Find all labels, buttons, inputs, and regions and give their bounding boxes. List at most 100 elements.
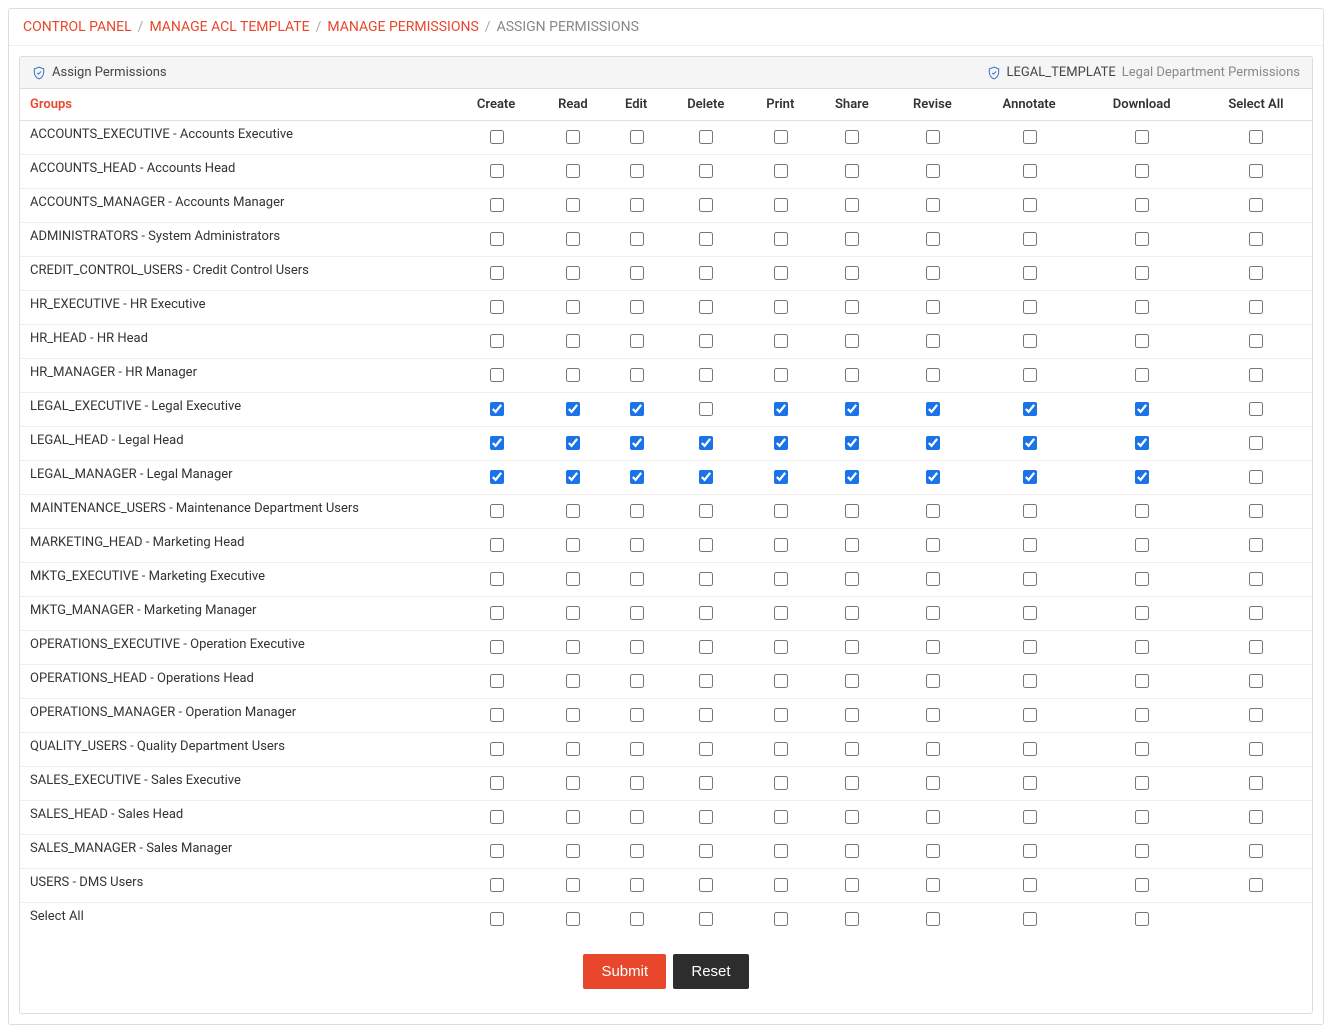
perm-checkbox-download[interactable]: [1135, 912, 1149, 926]
perm-checkbox-revise[interactable]: [926, 402, 940, 416]
perm-checkbox-select_all[interactable]: [1249, 538, 1263, 552]
perm-checkbox-share[interactable]: [845, 674, 859, 688]
perm-checkbox-share[interactable]: [845, 164, 859, 178]
perm-checkbox-edit[interactable]: [630, 436, 644, 450]
perm-checkbox-share[interactable]: [845, 844, 859, 858]
perm-checkbox-download[interactable]: [1135, 674, 1149, 688]
perm-checkbox-print[interactable]: [774, 130, 788, 144]
perm-checkbox-annotate[interactable]: [1023, 878, 1037, 892]
perm-checkbox-edit[interactable]: [630, 878, 644, 892]
perm-checkbox-delete[interactable]: [699, 776, 713, 790]
perm-checkbox-read[interactable]: [566, 436, 580, 450]
perm-checkbox-edit[interactable]: [630, 198, 644, 212]
perm-checkbox-revise[interactable]: [926, 674, 940, 688]
perm-checkbox-delete[interactable]: [699, 538, 713, 552]
perm-checkbox-read[interactable]: [566, 334, 580, 348]
perm-checkbox-revise[interactable]: [926, 640, 940, 654]
perm-checkbox-create[interactable]: [490, 368, 504, 382]
perm-checkbox-edit[interactable]: [630, 742, 644, 756]
perm-checkbox-share[interactable]: [845, 572, 859, 586]
perm-checkbox-select_all[interactable]: [1249, 606, 1263, 620]
perm-checkbox-select_all[interactable]: [1249, 674, 1263, 688]
perm-checkbox-download[interactable]: [1135, 640, 1149, 654]
perm-checkbox-download[interactable]: [1135, 164, 1149, 178]
perm-checkbox-edit[interactable]: [630, 810, 644, 824]
perm-checkbox-print[interactable]: [774, 810, 788, 824]
perm-checkbox-download[interactable]: [1135, 742, 1149, 756]
perm-checkbox-create[interactable]: [490, 164, 504, 178]
perm-checkbox-print[interactable]: [774, 504, 788, 518]
perm-checkbox-revise[interactable]: [926, 878, 940, 892]
submit-button[interactable]: Submit: [583, 954, 666, 989]
perm-checkbox-annotate[interactable]: [1023, 402, 1037, 416]
perm-checkbox-read[interactable]: [566, 368, 580, 382]
reset-button[interactable]: Reset: [673, 954, 748, 989]
perm-checkbox-download[interactable]: [1135, 606, 1149, 620]
perm-checkbox-print[interactable]: [774, 844, 788, 858]
perm-checkbox-delete[interactable]: [699, 844, 713, 858]
perm-checkbox-create[interactable]: [490, 674, 504, 688]
perm-checkbox-annotate[interactable]: [1023, 436, 1037, 450]
perm-checkbox-print[interactable]: [774, 470, 788, 484]
perm-checkbox-share[interactable]: [845, 640, 859, 654]
perm-checkbox-download[interactable]: [1135, 470, 1149, 484]
perm-checkbox-print[interactable]: [774, 742, 788, 756]
perm-checkbox-edit[interactable]: [630, 776, 644, 790]
perm-checkbox-print[interactable]: [774, 300, 788, 314]
perm-checkbox-print[interactable]: [774, 912, 788, 926]
perm-checkbox-annotate[interactable]: [1023, 742, 1037, 756]
perm-checkbox-read[interactable]: [566, 878, 580, 892]
perm-checkbox-read[interactable]: [566, 742, 580, 756]
perm-checkbox-edit[interactable]: [630, 538, 644, 552]
perm-checkbox-print[interactable]: [774, 436, 788, 450]
perm-checkbox-revise[interactable]: [926, 776, 940, 790]
perm-checkbox-create[interactable]: [490, 606, 504, 620]
perm-checkbox-download[interactable]: [1135, 504, 1149, 518]
perm-checkbox-select_all[interactable]: [1249, 776, 1263, 790]
perm-checkbox-read[interactable]: [566, 470, 580, 484]
perm-checkbox-revise[interactable]: [926, 606, 940, 620]
perm-checkbox-read[interactable]: [566, 538, 580, 552]
perm-checkbox-delete[interactable]: [699, 164, 713, 178]
perm-checkbox-delete[interactable]: [699, 402, 713, 416]
perm-checkbox-create[interactable]: [490, 334, 504, 348]
perm-checkbox-share[interactable]: [845, 810, 859, 824]
perm-checkbox-edit[interactable]: [630, 368, 644, 382]
perm-checkbox-delete[interactable]: [699, 572, 713, 586]
perm-checkbox-delete[interactable]: [699, 130, 713, 144]
perm-checkbox-annotate[interactable]: [1023, 470, 1037, 484]
perm-checkbox-create[interactable]: [490, 470, 504, 484]
perm-checkbox-annotate[interactable]: [1023, 300, 1037, 314]
perm-checkbox-annotate[interactable]: [1023, 504, 1037, 518]
perm-checkbox-delete[interactable]: [699, 606, 713, 620]
perm-checkbox-share[interactable]: [845, 776, 859, 790]
perm-checkbox-delete[interactable]: [699, 300, 713, 314]
perm-checkbox-create[interactable]: [490, 912, 504, 926]
perm-checkbox-create[interactable]: [490, 130, 504, 144]
perm-checkbox-annotate[interactable]: [1023, 674, 1037, 688]
perm-checkbox-select_all[interactable]: [1249, 470, 1263, 484]
perm-checkbox-select_all[interactable]: [1249, 402, 1263, 416]
perm-checkbox-select_all[interactable]: [1249, 742, 1263, 756]
perm-checkbox-download[interactable]: [1135, 232, 1149, 246]
perm-checkbox-download[interactable]: [1135, 810, 1149, 824]
perm-checkbox-read[interactable]: [566, 912, 580, 926]
perm-checkbox-read[interactable]: [566, 776, 580, 790]
perm-checkbox-download[interactable]: [1135, 572, 1149, 586]
perm-checkbox-revise[interactable]: [926, 708, 940, 722]
perm-checkbox-download[interactable]: [1135, 266, 1149, 280]
perm-checkbox-create[interactable]: [490, 436, 504, 450]
perm-checkbox-revise[interactable]: [926, 368, 940, 382]
perm-checkbox-create[interactable]: [490, 742, 504, 756]
perm-checkbox-delete[interactable]: [699, 912, 713, 926]
perm-checkbox-share[interactable]: [845, 742, 859, 756]
perm-checkbox-delete[interactable]: [699, 470, 713, 484]
perm-checkbox-select_all[interactable]: [1249, 198, 1263, 212]
perm-checkbox-revise[interactable]: [926, 130, 940, 144]
perm-checkbox-download[interactable]: [1135, 368, 1149, 382]
perm-checkbox-share[interactable]: [845, 708, 859, 722]
perm-checkbox-revise[interactable]: [926, 334, 940, 348]
perm-checkbox-edit[interactable]: [630, 266, 644, 280]
perm-checkbox-delete[interactable]: [699, 232, 713, 246]
perm-checkbox-print[interactable]: [774, 572, 788, 586]
